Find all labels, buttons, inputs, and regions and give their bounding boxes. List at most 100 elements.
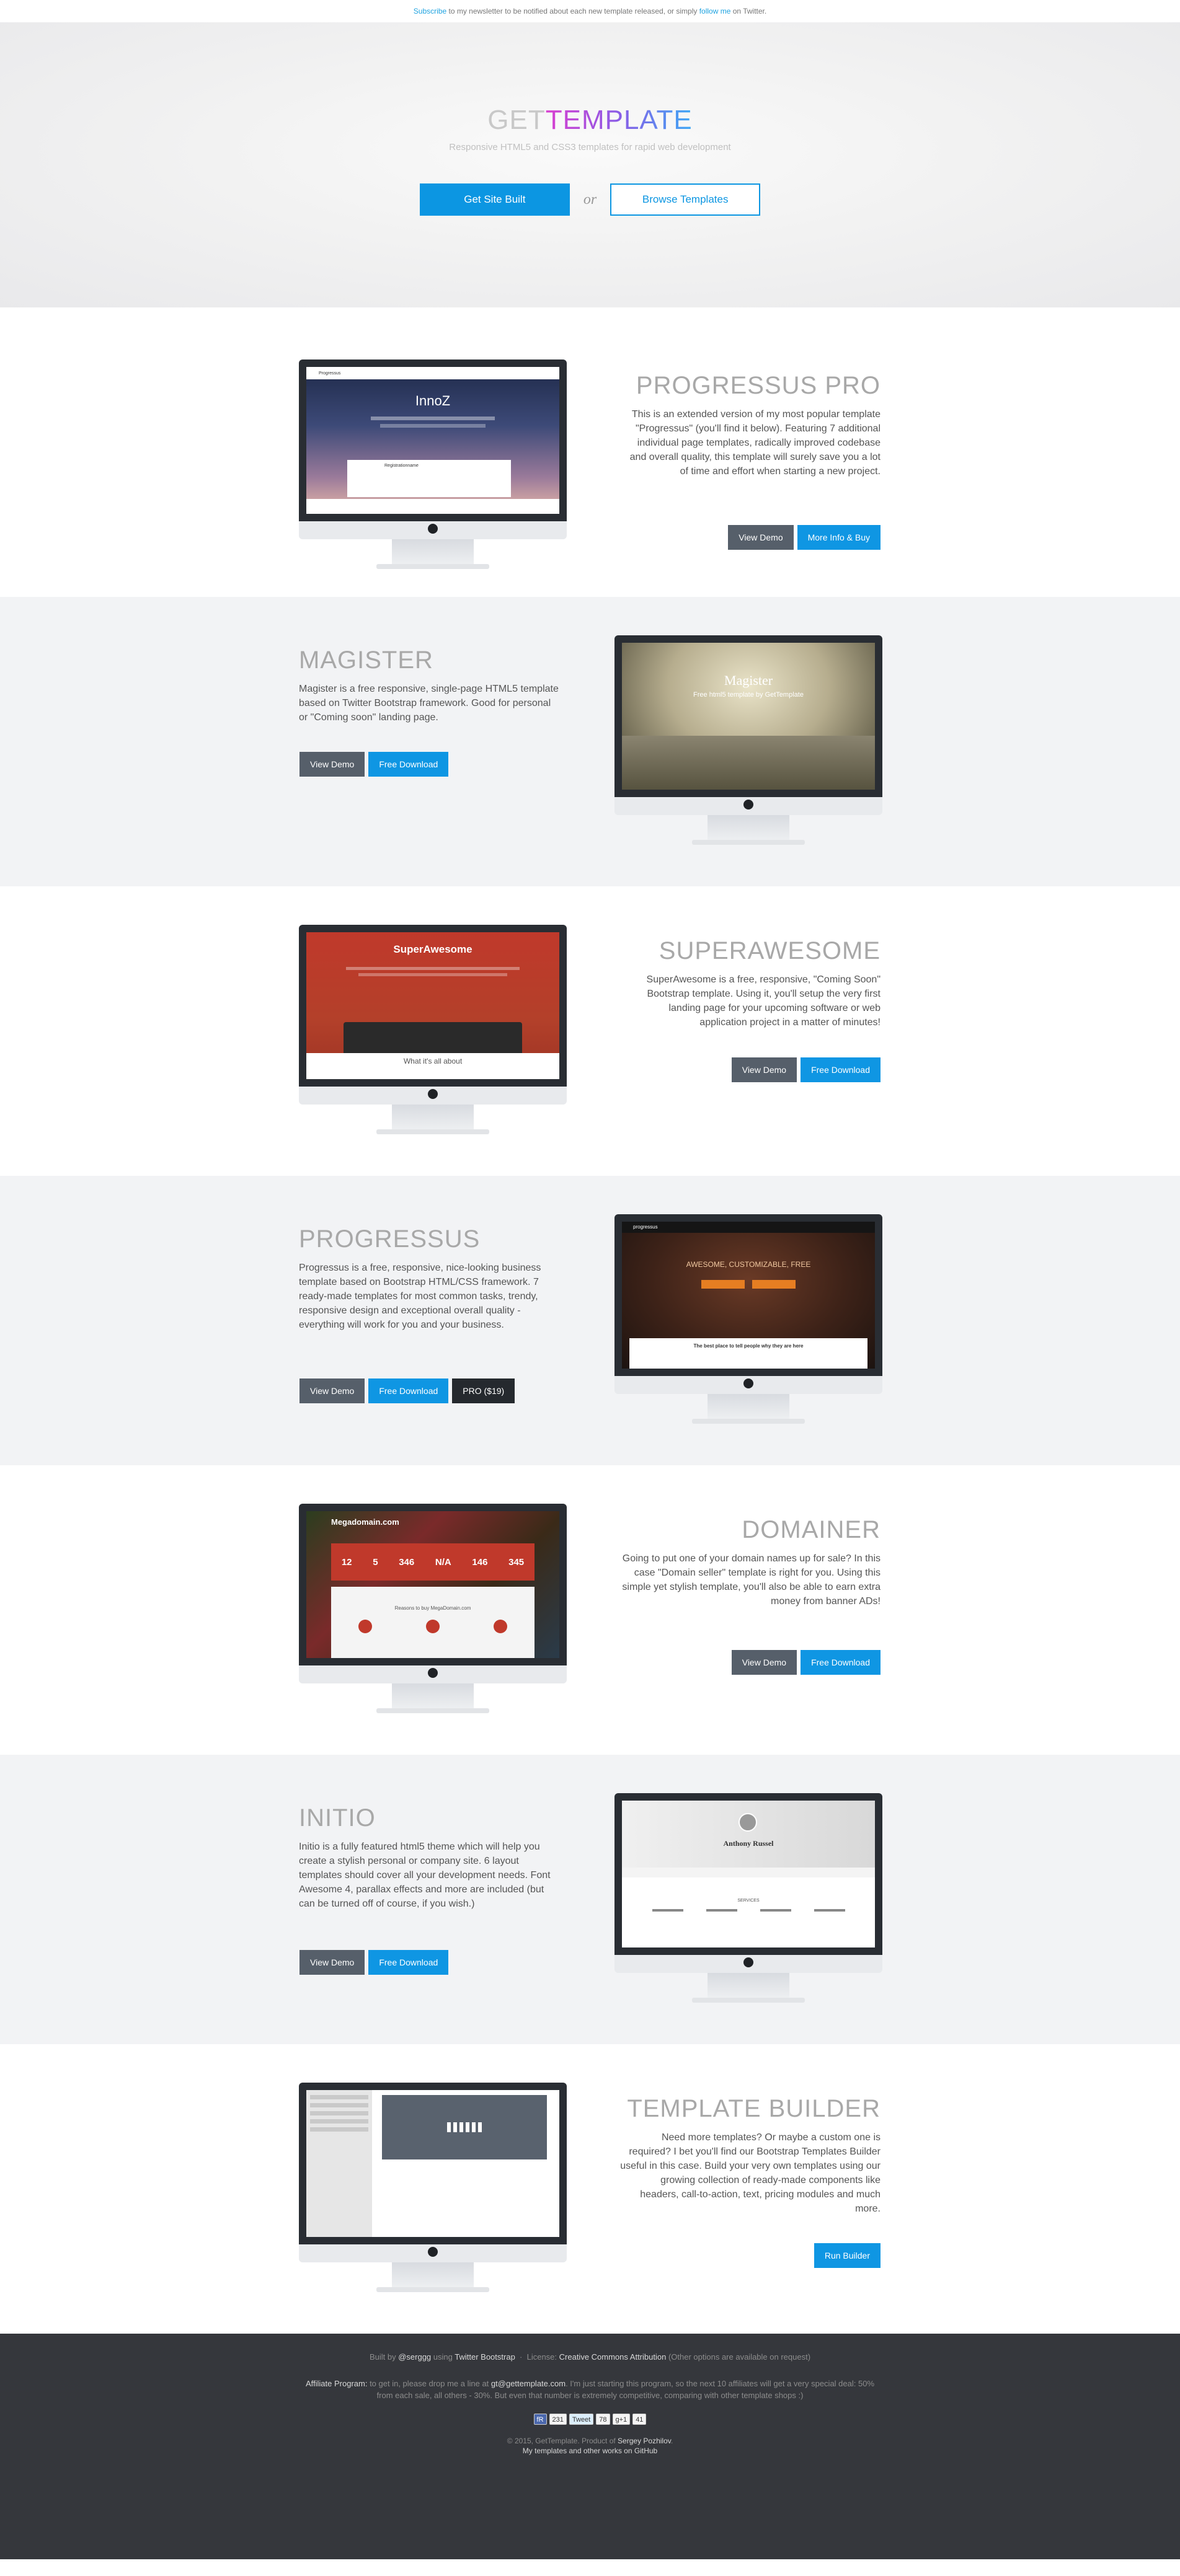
- template-title: TEMPLATE BUILDER: [627, 2095, 881, 2122]
- stat-value: 5: [373, 1556, 378, 1568]
- template-preview-monitor[interactable]: [299, 2083, 567, 2296]
- preview-heading: Megadomain.com: [331, 1517, 399, 1527]
- affiliate-text: Affiliate Program: to get in, please dro…: [299, 2378, 882, 2401]
- stat-value: N/A: [435, 1556, 451, 1568]
- newsletter-end-text: on Twitter.: [730, 7, 767, 15]
- screen-preview: progressus AWESOME, CUSTOMIZABLE, FREE T…: [622, 1222, 875, 1369]
- template-preview-monitor[interactable]: SuperAwesome What it's all about: [299, 925, 567, 1139]
- using-label: using: [433, 2352, 453, 2362]
- logo-template: TEMPLATE: [545, 105, 693, 135]
- footer-credits-line: Built by @serggg using Twitter Bootstrap…: [369, 2352, 811, 2362]
- stat-value: 346: [399, 1556, 415, 1568]
- template-description: This is an extended version of my most p…: [629, 409, 881, 477]
- preview-navbar: Progressus: [306, 367, 559, 379]
- template-superawesome: SuperAwesome What it's all about SUPERAW…: [0, 886, 1180, 1176]
- screen-preview: Anthony Russel SERVICES: [622, 1801, 875, 1947]
- follow-link[interactable]: follow me: [699, 7, 731, 15]
- copyright: © 2015, GetTemplate. Product of Sergey P…: [507, 2437, 673, 2455]
- license-link[interactable]: Creative Commons Attribution: [559, 2352, 667, 2362]
- license-label: License:: [526, 2352, 557, 2362]
- more-info-buy-button[interactable]: More Info & Buy: [797, 525, 881, 550]
- template-info: INITIO Initio is a fully featured html5 …: [299, 1804, 559, 1911]
- free-download-button[interactable]: Free Download: [368, 1378, 449, 1403]
- affiliate-email-link[interactable]: gt@gettemplate.com: [491, 2379, 566, 2388]
- get-site-built-button[interactable]: Get Site Built: [419, 183, 570, 216]
- affiliate-program-link[interactable]: Affiliate Program:: [306, 2379, 367, 2388]
- preview-brand: Progressus: [319, 371, 341, 376]
- tweet-count: 78: [596, 2414, 610, 2425]
- free-download-button[interactable]: Free Download: [801, 1057, 881, 1082]
- free-download-button[interactable]: Free Download: [801, 1650, 881, 1675]
- screen-preview: [306, 2090, 559, 2237]
- newsletter-text: to my newsletter to be notified about ea…: [446, 7, 699, 15]
- template-actions: View Demo Free Download PRO ($19): [299, 1378, 515, 1403]
- preview-subheading: Free html5 template by GetTemplate: [693, 691, 804, 699]
- google-plus-button[interactable]: g+1: [612, 2414, 631, 2425]
- facebook-count: 231: [549, 2414, 567, 2425]
- site-logo[interactable]: GETTEMPLATE: [0, 105, 1180, 136]
- template-title: DOMAINER: [742, 1516, 881, 1543]
- subscribe-link[interactable]: Subscribe: [414, 7, 446, 15]
- author-name-link[interactable]: Sergey Pozhilov: [618, 2437, 671, 2445]
- stat-value: 12: [341, 1556, 352, 1568]
- screen-preview: SuperAwesome What it's all about: [306, 932, 559, 1079]
- hero-tagline: Responsive HTML5 and CSS3 templates for …: [449, 142, 731, 152]
- site-footer: Built by @serggg using Twitter Bootstrap…: [0, 2334, 1180, 2559]
- built-by-label: Built by: [369, 2352, 396, 2362]
- preview-brand: progressus: [622, 1222, 875, 1233]
- stat-value: 345: [508, 1556, 525, 1568]
- browse-templates-button[interactable]: Browse Templates: [610, 183, 761, 216]
- preview-services: SERVICES: [737, 1899, 760, 1903]
- view-demo-button[interactable]: View Demo: [299, 1950, 365, 1975]
- preview-heading: Magister: [724, 673, 773, 688]
- template-info: SUPERAWESOME SuperAwesome is a free, res…: [620, 937, 881, 1030]
- free-download-button[interactable]: Free Download: [368, 752, 449, 777]
- view-demo-button[interactable]: View Demo: [731, 1057, 797, 1082]
- template-preview-monitor[interactable]: Magister Free html5 template by GetTempl…: [614, 635, 882, 849]
- screen-preview: Magister Free html5 template by GetTempl…: [622, 643, 875, 790]
- template-builder: TEMPLATE BUILDER Need more templates? Or…: [0, 2044, 1180, 2334]
- template-description: Magister is a free responsive, single-pa…: [299, 684, 559, 723]
- view-demo-button[interactable]: View Demo: [731, 1650, 797, 1675]
- free-download-button[interactable]: Free Download: [368, 1950, 449, 1975]
- template-description: Progressus is a free, responsive, nice-l…: [299, 1263, 541, 1330]
- google-plus-count: 41: [632, 2414, 647, 2425]
- tweet-button[interactable]: Tweet: [569, 2414, 594, 2425]
- template-preview-monitor[interactable]: Anthony Russel SERVICES: [614, 1793, 882, 2007]
- template-preview-monitor[interactable]: Megadomain.com 12 5 346 N/A 146 345 Reas…: [299, 1504, 567, 1718]
- template-actions: View Demo Free Download: [731, 1057, 881, 1082]
- preview-bottom-text: What it's all about: [403, 1057, 463, 1065]
- template-title: INITIO: [299, 1804, 376, 1832]
- template-preview-monitor[interactable]: Progressus InnoZ Registrationname: [299, 359, 567, 573]
- preview-card: Registrationname: [347, 460, 511, 497]
- view-demo-button[interactable]: View Demo: [728, 525, 794, 550]
- copyright-text: © 2015, GetTemplate. Product of: [507, 2437, 616, 2445]
- preview-footer: The best place to tell people why they a…: [629, 1338, 867, 1369]
- facebook-like-button[interactable]: fR: [533, 2414, 547, 2425]
- view-demo-button[interactable]: View Demo: [299, 752, 365, 777]
- template-title: PROGRESSUS PRO: [636, 372, 881, 399]
- template-progressus-pro: Progressus InnoZ Registrationname PROGRE…: [0, 307, 1180, 597]
- author-handle-link[interactable]: @serggg: [398, 2352, 431, 2362]
- template-title: SUPERAWESOME: [659, 937, 881, 964]
- bootstrap-link[interactable]: Twitter Bootstrap: [455, 2352, 515, 2362]
- template-preview-monitor[interactable]: progressus AWESOME, CUSTOMIZABLE, FREE T…: [614, 1214, 882, 1428]
- pro-buy-button[interactable]: PRO ($19): [452, 1378, 515, 1403]
- template-title: MAGISTER: [299, 646, 433, 674]
- template-progressus: PROGRESSUS Progressus is a free, respons…: [0, 1176, 1180, 1465]
- screen-preview: Progressus InnoZ Registrationname: [306, 367, 559, 514]
- github-link[interactable]: My templates and other works on GitHub: [523, 2446, 657, 2455]
- view-demo-button[interactable]: View Demo: [299, 1378, 365, 1403]
- run-builder-button[interactable]: Run Builder: [814, 2243, 881, 2268]
- template-description: Going to put one of your domain names up…: [622, 1553, 881, 1607]
- template-description: SuperAwesome is a free, responsive, "Com…: [646, 974, 881, 1028]
- template-domainer: Megadomain.com 12 5 346 N/A 146 345 Reas…: [0, 1465, 1180, 1755]
- template-title: PROGRESSUS: [299, 1225, 481, 1253]
- template-actions: View Demo Free Download: [299, 752, 449, 777]
- preview-footer: What it's all about: [306, 1053, 559, 1079]
- preview-heading: AWESOME, CUSTOMIZABLE, FREE: [686, 1260, 811, 1269]
- or-separator: or: [583, 191, 597, 208]
- newsletter-bar: Subscribe to my newsletter to be notifie…: [0, 0, 1180, 22]
- preview-heading: InnoZ: [415, 393, 451, 408]
- template-description: Need more templates? Or maybe a custom o…: [620, 2132, 881, 2214]
